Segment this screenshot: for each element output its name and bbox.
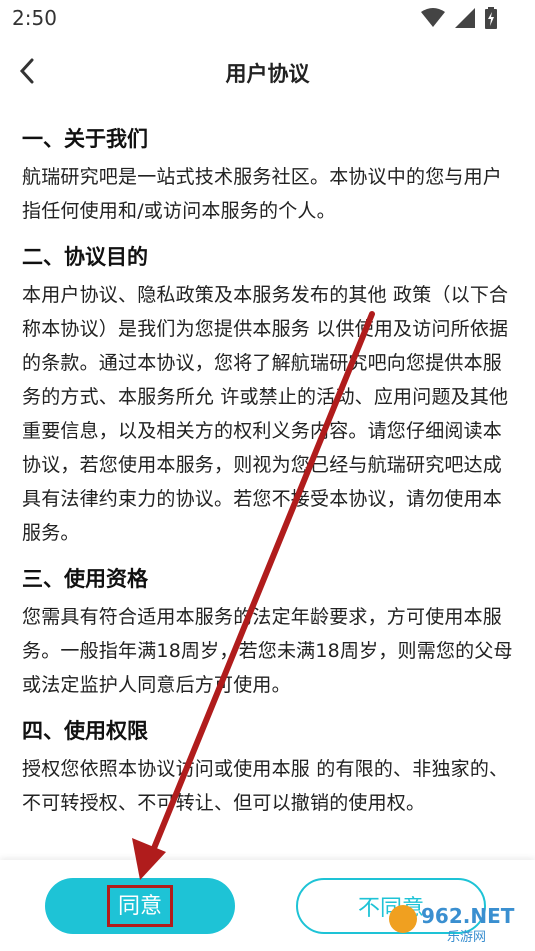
svg-text:962.NET: 962.NET — [421, 904, 515, 928]
section-body: 授权您依照本协议访问或使用本服 的有限的、非独家的、不可转授权、不可转让、但可以… — [22, 758, 509, 814]
app-header: 用户协议 — [0, 44, 535, 100]
section-body: 本用户协议、隐私政策及本服务发布的其他 政策（以下合称本协议）是我们为您提供本服… — [22, 284, 509, 544]
section-heading: 二、协议目的 — [22, 245, 148, 269]
section-permissions: 四、使用权限 授权您依照本协议访问或使用本服 的有限的、非独家的、不可转授权、不… — [0, 714, 535, 820]
wifi-icon — [421, 8, 445, 27]
section-heading: 三、使用资格 — [22, 567, 148, 591]
section-eligibility: 三、使用资格 您需具有符合适用本服务的法定年龄要求，方可使用本服务。一般指年满1… — [0, 562, 535, 702]
section-about-us: 一、关于我们 航瑞研究吧是一站式技术服务社区。本协议中的您与用户指任何使用和/或… — [0, 122, 535, 228]
agree-button[interactable]: 同意 — [45, 878, 235, 934]
agree-label: 同意 — [106, 885, 173, 927]
watermark-logo: 962.NET 乐游网 — [389, 904, 515, 945]
battery-icon — [485, 7, 497, 29]
svg-text:乐游网: 乐游网 — [447, 930, 486, 945]
status-icons — [421, 7, 497, 29]
section-body: 航瑞研究吧是一站式技术服务社区。本协议中的您与用户指任何使用和/或访问本服务的个… — [22, 166, 503, 222]
status-time: 2:50 — [12, 6, 57, 30]
status-bar: 2:50 — [0, 0, 535, 36]
signal-icon — [455, 8, 475, 28]
page-title: 用户协议 — [225, 62, 310, 86]
section-purpose: 二、协议目的 本用户协议、隐私政策及本服务发布的其他 政策（以下合称本协议）是我… — [0, 240, 535, 550]
section-body: 您需具有符合适用本服务的法定年龄要求，方可使用本服务。一般指年满18周岁，若您未… — [22, 606, 513, 696]
section-heading: 一、关于我们 — [22, 127, 148, 151]
agreement-content[interactable]: 一、关于我们 航瑞研究吧是一站式技术服务社区。本协议中的您与用户指任何使用和/或… — [0, 122, 535, 860]
section-heading: 四、使用权限 — [22, 719, 148, 743]
